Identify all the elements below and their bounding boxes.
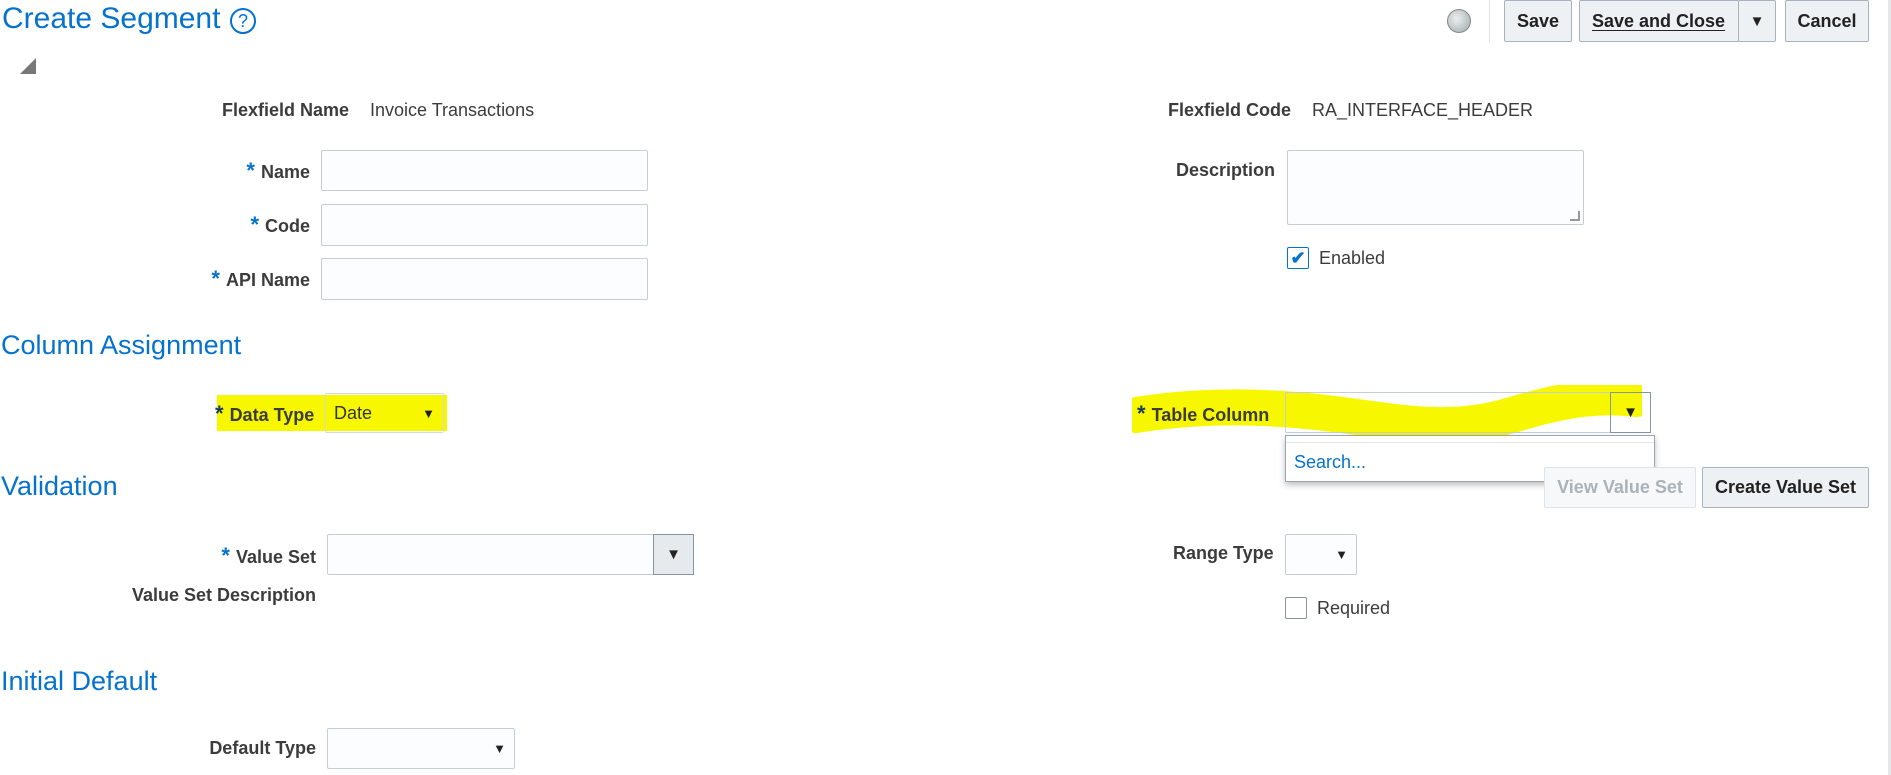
flexfield-name-label: Flexfield Name xyxy=(222,100,350,120)
value-set-dropdown-button[interactable]: ▼ xyxy=(653,534,694,575)
save-button[interactable]: Save xyxy=(1504,0,1572,42)
data-type-value: Date xyxy=(334,402,373,423)
popup-divider xyxy=(1286,442,1654,443)
chevron-down-icon: ▼ xyxy=(422,405,435,421)
view-value-set-label: View Value Set xyxy=(1557,477,1683,497)
save-label: Save xyxy=(1516,10,1560,31)
flexfield-code-label: Flexfield Code xyxy=(1168,100,1292,120)
flexfield-name-value: Invoice Transactions xyxy=(370,100,535,120)
initial-default-heading: Initial Default xyxy=(1,666,158,696)
chevron-down-icon: ▼ xyxy=(666,546,681,563)
name-label-text: Name xyxy=(260,162,310,182)
cancel-label: Cancel xyxy=(1797,10,1857,31)
checkmark-icon: ✔ xyxy=(1290,248,1306,268)
collapse-triangle-icon[interactable] xyxy=(20,58,36,74)
code-field[interactable] xyxy=(321,204,648,246)
resize-handle-icon[interactable] xyxy=(1570,211,1580,221)
diagnostics-icon[interactable] xyxy=(1447,9,1471,33)
api-name-field-label: * API Name xyxy=(211,266,310,292)
data-type-label-text: Data Type xyxy=(229,405,315,425)
chevron-down-icon: ▼ xyxy=(493,741,506,756)
required-checkbox[interactable] xyxy=(1285,597,1307,619)
required-icon: * xyxy=(1137,401,1146,426)
required-icon: * xyxy=(246,158,255,183)
save-and-close-label: Save and Close xyxy=(1592,10,1726,31)
search-option-link[interactable]: Search... xyxy=(1294,452,1366,473)
code-field-label: * Code xyxy=(250,212,310,238)
table-column-input[interactable] xyxy=(1285,392,1611,433)
enabled-label: Enabled xyxy=(1319,248,1386,268)
range-type-select[interactable]: ▼ xyxy=(1285,534,1357,575)
default-type-select[interactable]: ▼ xyxy=(327,728,515,769)
data-type-select[interactable]: Date ▼ xyxy=(325,393,444,433)
required-icon: * xyxy=(221,543,230,568)
create-value-set-button[interactable]: Create Value Set xyxy=(1702,467,1869,508)
flexfield-code-value: RA_INTERFACE_HEADER xyxy=(1312,100,1534,120)
value-set-label: * Value Set xyxy=(221,543,316,569)
cancel-button[interactable]: Cancel xyxy=(1785,0,1869,42)
code-label-text: Code xyxy=(265,216,310,236)
description-textarea[interactable] xyxy=(1287,150,1584,225)
api-name-label-text: API Name xyxy=(225,270,310,290)
value-set-input[interactable] xyxy=(327,534,654,575)
name-field-label: * Name xyxy=(246,158,310,184)
view-value-set-button[interactable]: View Value Set xyxy=(1544,467,1696,508)
page-title-text: Create Segment xyxy=(2,2,221,35)
range-type-label: Range Type xyxy=(1173,543,1274,563)
column-assignment-heading: Column Assignment xyxy=(1,330,242,360)
api-name-field[interactable] xyxy=(321,258,648,300)
chevron-down-icon: ▼ xyxy=(1749,12,1765,30)
save-and-close-button[interactable]: Save and Close xyxy=(1579,0,1739,42)
data-type-label: * Data Type xyxy=(215,401,314,427)
value-set-description-label: Value Set Description xyxy=(131,585,316,605)
page-title: Create Segment xyxy=(2,2,220,36)
required-label: Required xyxy=(1317,598,1391,618)
table-column-label-text: Table Column xyxy=(1151,405,1270,425)
toolbar-divider xyxy=(1489,0,1490,42)
validation-heading: Validation xyxy=(1,471,118,501)
name-field[interactable] xyxy=(321,150,648,191)
table-column-dropdown-button[interactable]: ▼ xyxy=(1610,392,1651,433)
required-icon: * xyxy=(211,266,220,291)
enabled-checkbox[interactable]: ✔ xyxy=(1287,247,1309,269)
chevron-down-icon: ▼ xyxy=(1623,404,1638,421)
description-label: Description xyxy=(1176,160,1276,180)
save-options-dropdown[interactable]: ▼ xyxy=(1738,0,1776,42)
required-icon: * xyxy=(215,401,224,426)
value-set-label-text: Value Set xyxy=(235,547,316,567)
table-column-label: * Table Column xyxy=(1137,401,1269,427)
help-icon[interactable]: ? xyxy=(230,8,256,34)
create-value-set-label: Create Value Set xyxy=(1714,477,1857,497)
chevron-down-icon: ▼ xyxy=(1335,547,1348,562)
default-type-label: Default Type xyxy=(209,738,316,758)
required-icon: * xyxy=(250,212,259,237)
